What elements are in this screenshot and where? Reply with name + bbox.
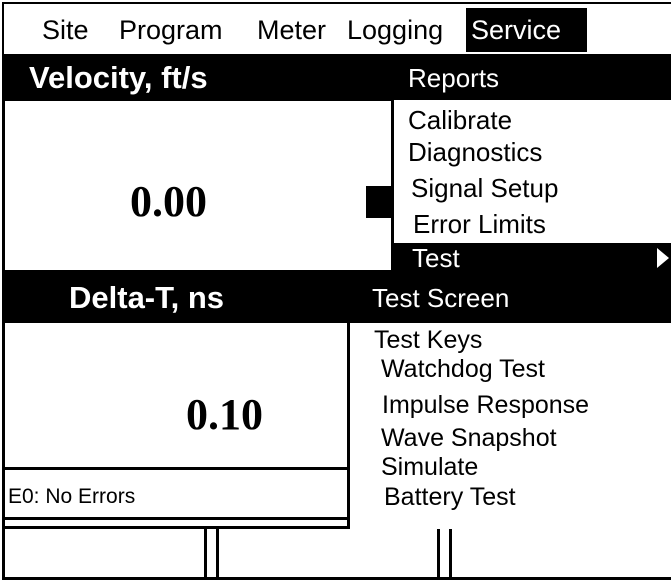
deltat-title: Delta-T, ns xyxy=(69,280,225,315)
submenu-test-screen[interactable]: Test Screen xyxy=(372,283,509,314)
menu-diagnostics[interactable]: Diagnostics xyxy=(408,137,542,167)
velocity-title: Velocity, ft/s xyxy=(29,60,208,95)
softkey-2[interactable] xyxy=(219,529,436,575)
status-text: E0: No Errors xyxy=(8,485,136,508)
status-bottom-line xyxy=(4,517,350,520)
menu-calibrate[interactable]: Calibrate xyxy=(408,105,512,135)
softkey-divider-1a xyxy=(204,529,207,579)
menu-site[interactable]: Site xyxy=(42,10,89,50)
submenu-battery-test[interactable]: Battery Test xyxy=(384,483,516,511)
deltat-title-bar: Delta-T, ns xyxy=(4,273,350,323)
service-dropdown: Calibrate Diagnostics Signal Setup Error… xyxy=(391,100,671,243)
menu-program[interactable]: Program xyxy=(119,10,223,50)
softkey-3[interactable] xyxy=(452,529,671,575)
menu-bar: Site Program Meter Logging Service xyxy=(4,4,671,54)
cursor-block xyxy=(366,186,394,218)
submenu-impulse-response[interactable]: Impulse Response xyxy=(382,391,589,419)
menu-meter[interactable]: Meter xyxy=(257,10,326,50)
menu-test-label: Test xyxy=(412,243,460,273)
submenu-left-border xyxy=(347,323,350,529)
menu-reports[interactable]: Reports xyxy=(408,63,499,94)
menu-service[interactable]: Service xyxy=(466,8,588,52)
submenu-header: Test Screen xyxy=(350,273,671,323)
dropdown-left-border xyxy=(391,100,394,243)
submenu-test-keys[interactable]: Test Keys xyxy=(374,326,482,354)
menu-test[interactable]: Test xyxy=(391,243,671,273)
softkey-divider-2a xyxy=(437,529,440,579)
menu-signal-setup[interactable]: Signal Setup xyxy=(411,173,558,203)
velocity-value: 0.00 xyxy=(130,177,207,226)
triangle-right-icon xyxy=(657,248,669,268)
deltat-value: 0.10 xyxy=(186,390,263,439)
test-submenu: Test Keys Watchdog Test Impulse Response… xyxy=(347,323,671,529)
velocity-title-bar: Velocity, ft/s xyxy=(4,57,396,101)
softkey-1[interactable] xyxy=(7,529,203,575)
submenu-watchdog-test[interactable]: Watchdog Test xyxy=(381,355,545,383)
submenu-simulate[interactable]: Simulate xyxy=(381,453,478,481)
status-top-line xyxy=(4,467,350,470)
menu-logging[interactable]: Logging xyxy=(347,10,443,50)
service-dropdown-header: Reports xyxy=(391,54,671,100)
submenu-wave-snapshot[interactable]: Wave Snapshot xyxy=(381,424,557,452)
menu-error-limits[interactable]: Error Limits xyxy=(413,209,546,239)
